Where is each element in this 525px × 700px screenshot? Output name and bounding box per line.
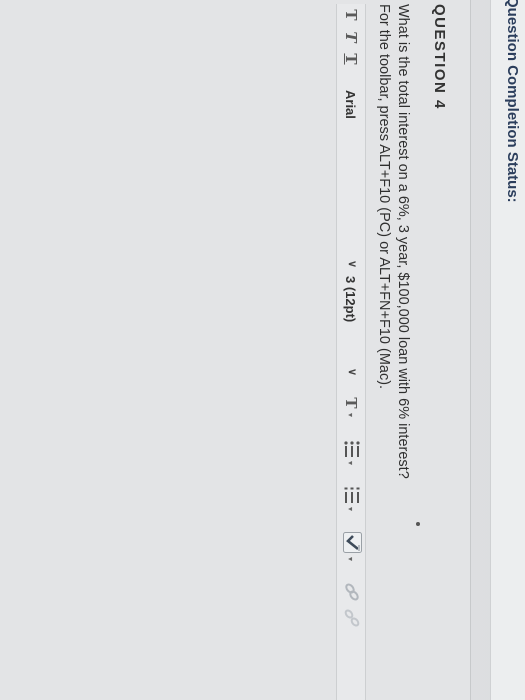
remove-link-button[interactable] [340,608,362,630]
text-color-icon: T [342,397,360,409]
question-panel: QUESTION 4 What is the total interest on… [0,0,471,700]
caret-down-icon: ▾ [346,557,355,562]
photo-frame: Question Completion Status: QUESTION 4 W… [0,0,525,700]
question-body: What is the total interest on a 6%, 3 ye… [374,4,412,479]
link-icon [345,583,359,601]
unlink-icon [344,609,360,627]
font-family-select[interactable]: Arial ∨ [340,90,362,268]
font-size-select[interactable]: 3 (12pt) ∨ [340,276,362,376]
numbered-list-icon [344,487,360,503]
toolbar-hint: For the toolbar, press ALT+F10 (PC) or A… [376,4,392,390]
stray-dot [416,522,420,526]
caret-down-icon: ▾ [346,507,355,512]
underline-button[interactable]: T [341,52,361,66]
font-size-value: 3 (12pt) [343,276,358,323]
completion-status-bar: Question Completion Status: [490,0,525,700]
spellcheck-button[interactable]: ▾ [340,532,362,566]
chevron-down-icon: ∨ [346,367,358,376]
bullet-list-button[interactable]: ▾ [340,440,362,470]
editor-toolbar: T T T Arial ∨ 3 (12pt) ∨ T ▾ ▾ ▾ ▾ [336,4,366,700]
page: Question Completion Status: QUESTION 4 W… [0,0,525,700]
question-title: QUESTION 4 [431,4,448,110]
chevron-down-icon: ∨ [346,259,358,268]
font-family-value: Arial [343,90,358,119]
caret-down-icon: ▾ [346,413,355,418]
bullet-list-icon [344,441,360,457]
italic-button[interactable]: T [341,30,361,44]
question-text: What is the total interest on a 6%, 3 ye… [395,4,411,479]
numbered-list-button[interactable]: ▾ [340,486,362,516]
insert-link-button[interactable] [340,582,362,604]
caret-down-icon: ▾ [346,461,355,466]
text-color-button[interactable]: T ▾ [340,396,362,424]
spellcheck-icon [343,532,362,553]
bold-button[interactable]: T [341,8,361,22]
completion-status-label: Question Completion Status: [504,0,521,203]
